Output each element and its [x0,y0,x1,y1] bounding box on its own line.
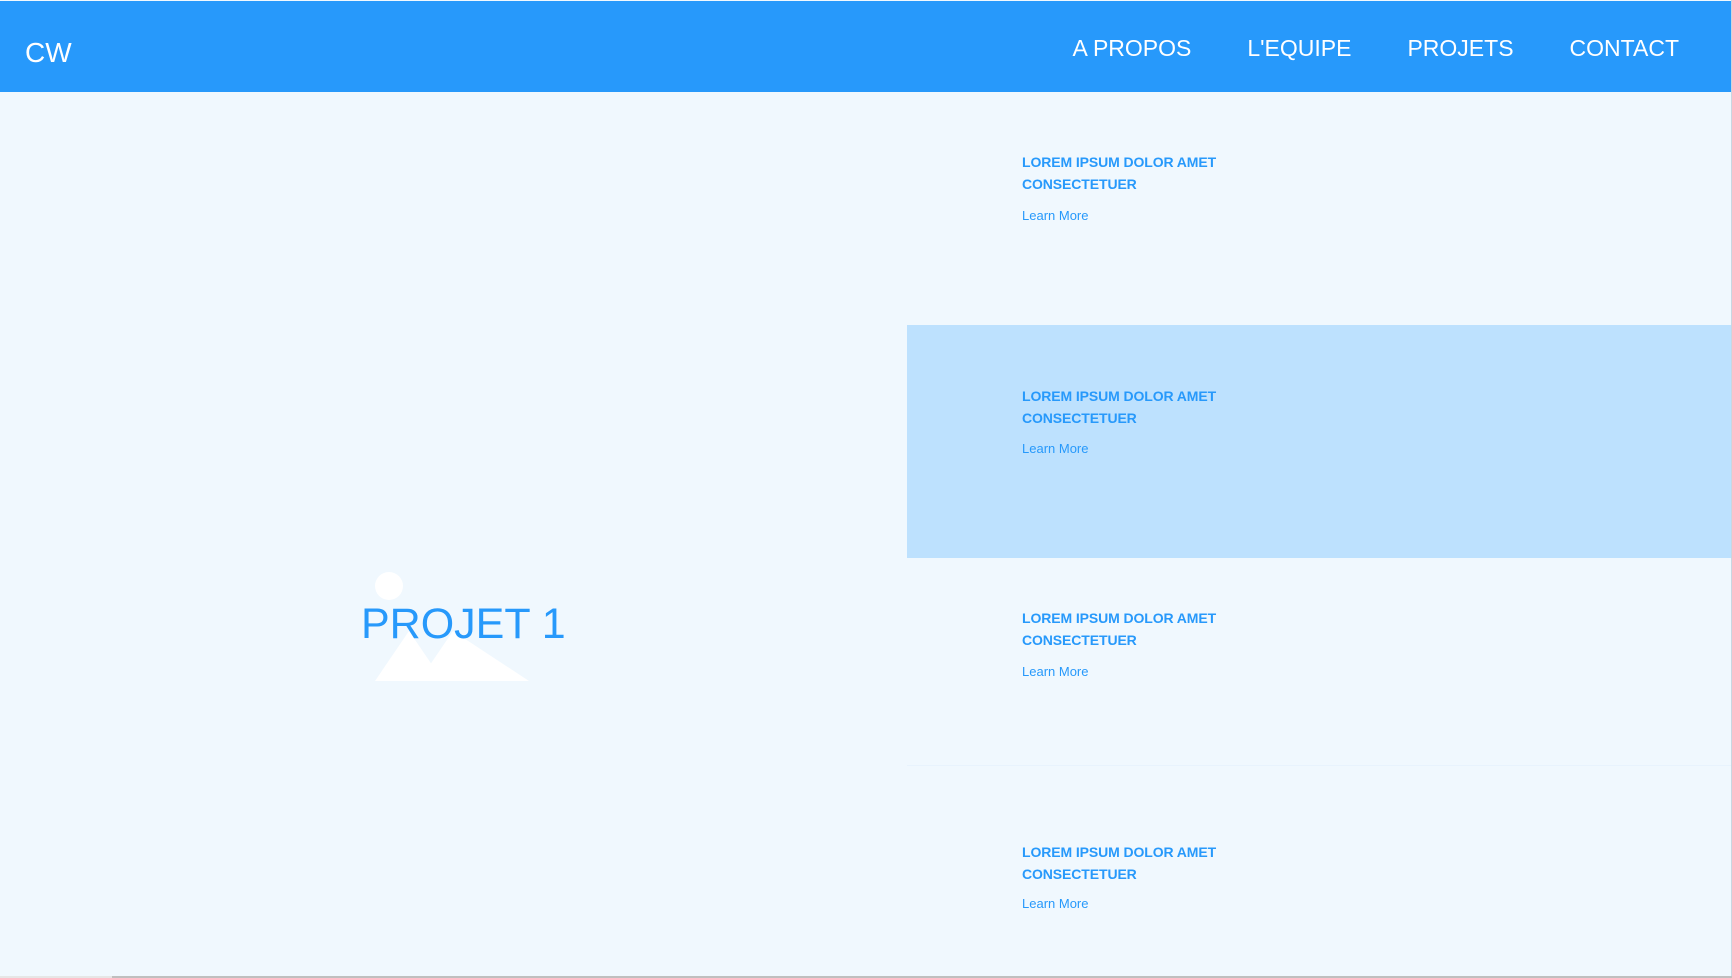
list-item-title: LOREM IPSUM DOLOR AMET CONSECTETUER [1022,388,1217,426]
list-item-title: LOREM IPSUM DOLOR AMET CONSECTETUER [1022,154,1217,192]
hero-section: PROJET 1 [0,92,907,976]
learn-more-link[interactable]: Learn More [1022,896,1088,912]
viewport: CW A PROPOS L'EQUIPE PROJETS CONTACT PRO… [0,0,1732,976]
learn-more-link[interactable]: Learn More [1022,664,1088,680]
project-list: LOREM IPSUM DOLOR AMET CONSECTETUER Lear… [907,92,1732,976]
list-item[interactable]: LOREM IPSUM DOLOR AMET CONSECTETUER Lear… [907,558,1732,791]
list-item-title: LOREM IPSUM DOLOR AMET CONSECTETUER [1022,610,1217,648]
divider [907,765,1732,766]
list-item[interactable]: LOREM IPSUM DOLOR AMET CONSECTETUER Lear… [907,791,1732,976]
main-nav: A PROPOS L'EQUIPE PROJETS CONTACT [1072,34,1679,62]
hero-title: PROJET 1 [361,600,566,648]
page: CW A PROPOS L'EQUIPE PROJETS CONTACT PRO… [0,0,1732,978]
list-item-title: LOREM IPSUM DOLOR AMET CONSECTETUER [1022,844,1217,882]
nav-item-a-propos[interactable]: A PROPOS [1072,34,1191,62]
logo[interactable]: CW [25,37,72,69]
learn-more-link[interactable]: Learn More [1022,441,1088,457]
site-header: CW A PROPOS L'EQUIPE PROJETS CONTACT [0,1,1732,92]
nav-item-l-equipe[interactable]: L'EQUIPE [1247,34,1351,62]
learn-more-link[interactable]: Learn More [1022,208,1088,224]
nav-item-projets[interactable]: PROJETS [1407,34,1513,62]
list-item-active[interactable]: LOREM IPSUM DOLOR AMET CONSECTETUER Lear… [907,325,1732,558]
nav-item-contact[interactable]: CONTACT [1570,34,1679,62]
list-item[interactable]: LOREM IPSUM DOLOR AMET CONSECTETUER Lear… [907,92,1732,325]
image-placeholder-icon [375,572,529,681]
